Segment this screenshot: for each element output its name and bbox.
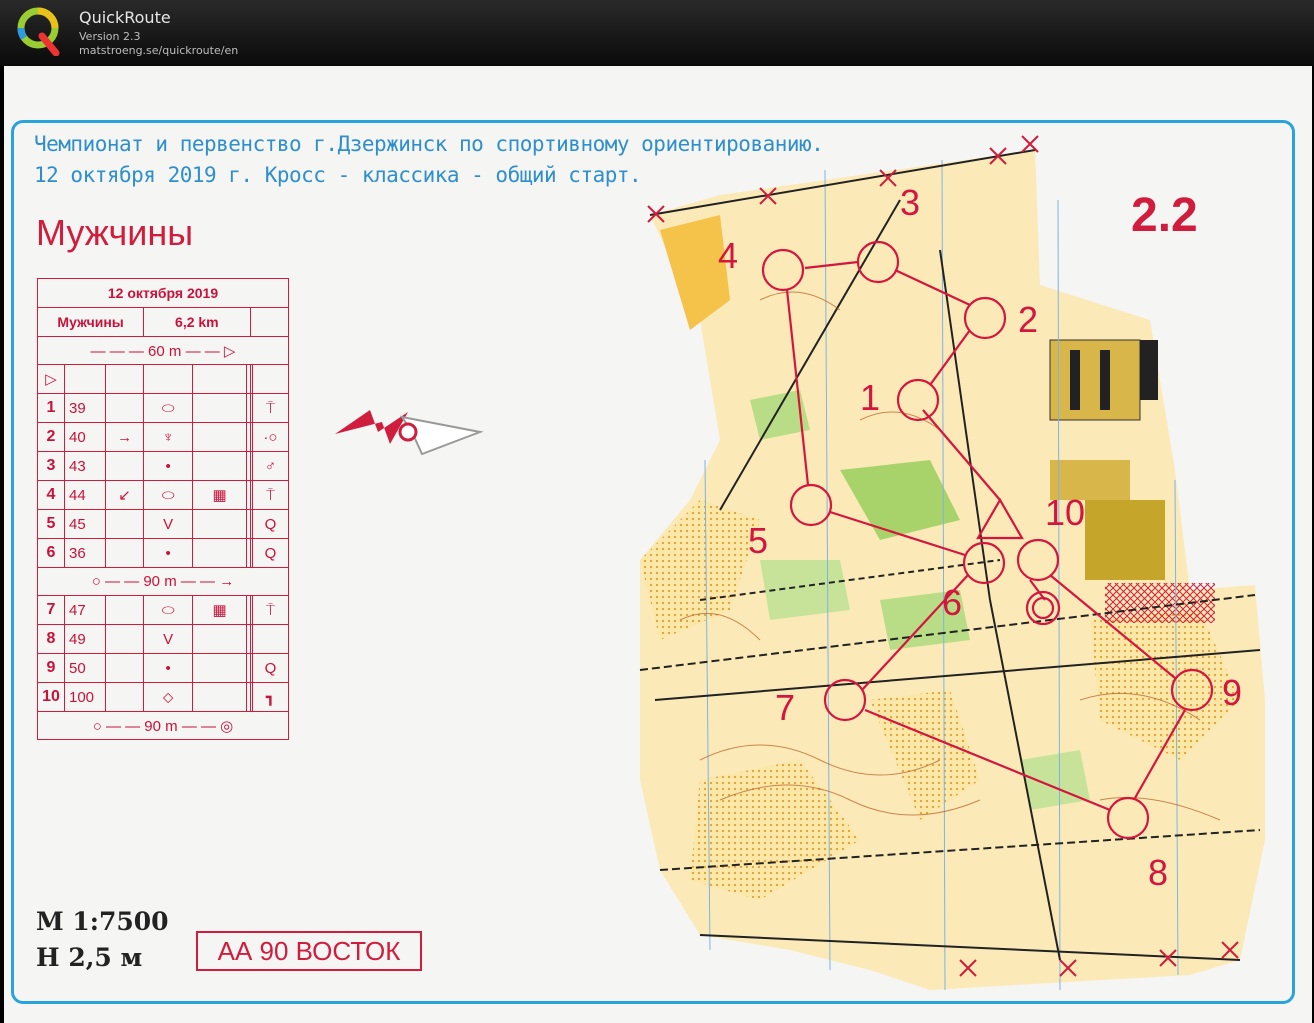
sheet-category: Мужчины	[36, 307, 145, 337]
control-row: 7 47 ⬭ ▦ ⍑	[37, 595, 290, 625]
mid-distance-row: ○ — — 90 m — — →	[37, 567, 289, 596]
map-building	[1070, 350, 1080, 410]
start-symbol: ▷	[37, 364, 65, 394]
start-distance: 60 m	[148, 342, 182, 360]
course-code: 2.2	[1131, 189, 1198, 242]
finish-distance-row: ○ — — 90 m — — ◎	[37, 711, 289, 740]
map-scale-block: M 1:7500 H 2,5 м	[36, 904, 169, 976]
event-title-line-1: Чемпионат и первенство г.Дзержинск по сп…	[34, 132, 824, 156]
category-name: Мужчины	[36, 212, 194, 253]
control-row: 2 40 → ♆ ·○	[37, 422, 290, 452]
map-building	[1049, 339, 1141, 421]
control-description-sheet: 12 октября 2019 Мужчины 6,2 km — — — 60 …	[36, 278, 290, 740]
control-number-3: 3	[900, 182, 920, 223]
event-title-line-2: 12 октября 2019 г. Кросс - классика - об…	[34, 163, 642, 187]
sheet-date: 12 октября 2019	[37, 278, 289, 308]
control-row: 9 50 • Q	[37, 653, 290, 683]
sheet-length: 6,2 km	[143, 307, 251, 337]
mid-distance: 90 m	[143, 573, 177, 590]
control-number-10: 10	[1045, 492, 1085, 533]
control-number-4: 4	[718, 235, 738, 276]
map-building	[1100, 350, 1110, 410]
sheet-empty	[249, 307, 290, 337]
control-number-5: 5	[748, 520, 768, 561]
start-distance-row: — — — 60 m — — ▷	[37, 336, 289, 365]
control-row: 8 49 V	[37, 624, 290, 654]
control-number-1: 1	[860, 377, 880, 418]
control-number-7: 7	[775, 687, 795, 728]
contour-interval: H 2,5 м	[36, 943, 143, 972]
map-scale: M 1:7500	[36, 907, 169, 936]
control-number-6: 6	[942, 582, 962, 623]
control-row: 6 36 • Q	[37, 538, 290, 568]
map-forbidden-area	[1105, 583, 1215, 623]
finish-distance: 90 m	[144, 717, 178, 735]
control-row: 3 43 • ♂	[37, 451, 290, 481]
map-building	[1085, 500, 1165, 580]
map-vegetation	[1020, 750, 1090, 810]
start-location-label: АА 90 ВОСТОК	[196, 931, 422, 971]
map-building	[1140, 340, 1158, 400]
control-number-2: 2	[1018, 299, 1038, 340]
control-row: 4 44 ↙ ⬭ ▦ ⍑	[37, 480, 290, 510]
control-number-9: 9	[1222, 672, 1242, 713]
control-row: 10 100 ⬦ ┓	[37, 682, 290, 712]
control-number-8: 8	[1148, 852, 1168, 893]
control-row: 5 45 V Q	[37, 509, 290, 539]
control-row: 1 39 ⬭ ⍑	[37, 393, 290, 423]
club-logo	[335, 410, 484, 456]
